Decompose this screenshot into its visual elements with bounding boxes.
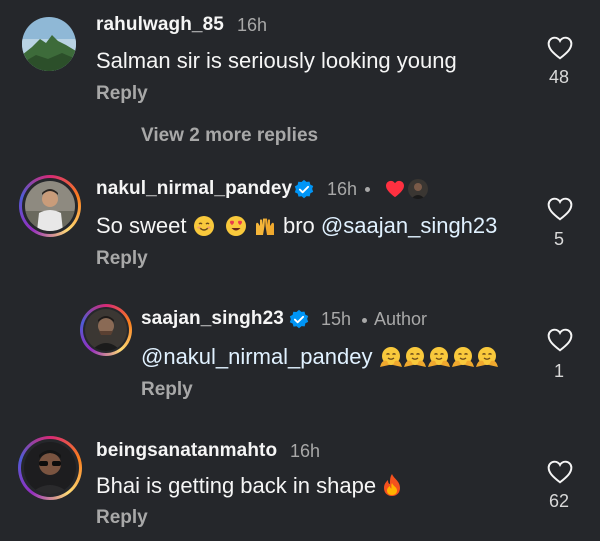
reply-button[interactable]: Reply — [96, 507, 148, 529]
author-avatar-mini — [408, 179, 428, 199]
raised-hands-emoji — [255, 218, 274, 235]
hug-emoji — [451, 347, 474, 367]
comment-text: Bhai is getting back in shape — [96, 473, 402, 499]
author-tag: Author — [374, 309, 428, 329]
avatar[interactable] — [24, 442, 76, 494]
fire-emoji — [384, 474, 401, 496]
like-count: 1 — [553, 361, 564, 381]
avatar[interactable] — [22, 17, 76, 71]
like-count: 48 — [548, 67, 570, 87]
heart-outline-icon[interactable] — [547, 328, 573, 352]
mention-link[interactable]: @saajan_singh23 — [321, 213, 497, 238]
heart-outline-icon[interactable] — [547, 460, 573, 484]
comment-username[interactable]: nakul_nirmal_pandey — [96, 178, 292, 200]
mention-link[interactable]: @nakul_nirmal_pandey — [141, 344, 372, 369]
hug-emoji — [475, 347, 498, 367]
verified-badge-icon — [289, 309, 309, 329]
verified-badge-icon — [294, 179, 314, 199]
heart-eyes-emoji — [225, 216, 246, 236]
comment-text: So sweet bro @saajan_singh23 — [96, 213, 497, 239]
dot-separator — [365, 187, 370, 192]
red-heart-icon — [386, 180, 404, 198]
dot-separator — [362, 318, 367, 323]
like-count: 5 — [553, 229, 564, 249]
heart-outline-icon[interactable] — [547, 197, 573, 221]
hug-emoji-group — [379, 344, 499, 369]
avatar[interactable] — [25, 181, 75, 231]
reply-button[interactable]: Reply — [141, 379, 193, 401]
comment-text-body: Bhai is getting back in shape — [96, 473, 377, 498]
reply-button[interactable]: Reply — [96, 83, 148, 105]
view-more-replies[interactable]: View 2 more replies — [141, 125, 318, 147]
hug-emoji — [427, 347, 450, 367]
heart-outline-icon[interactable] — [547, 36, 573, 60]
comment-time: 15h — [321, 309, 352, 329]
hug-emoji — [403, 347, 426, 367]
comment-text-mid: bro — [283, 213, 315, 238]
like-count: 62 — [548, 491, 570, 511]
avatar[interactable] — [85, 309, 127, 351]
comment-time: 16h — [327, 179, 358, 199]
reply-button[interactable]: Reply — [96, 248, 148, 270]
comment-text: Salman sir is seriously looking young — [96, 48, 457, 73]
comment-username[interactable]: saajan_singh23 — [141, 308, 284, 330]
comment-username[interactable]: rahulwagh_85 — [96, 14, 224, 36]
view-more-replies-label: View 2 more replies — [141, 125, 319, 146]
hug-emoji — [379, 347, 402, 367]
comment-time: 16h — [237, 15, 268, 35]
comment-text: @nakul_nirmal_pandey — [141, 344, 499, 370]
comment-time: 16h — [290, 441, 321, 461]
comment-username[interactable]: beingsanatanmahto — [96, 440, 277, 462]
smile-emoji — [193, 216, 214, 236]
comment-text-prefix: So sweet — [96, 213, 187, 238]
